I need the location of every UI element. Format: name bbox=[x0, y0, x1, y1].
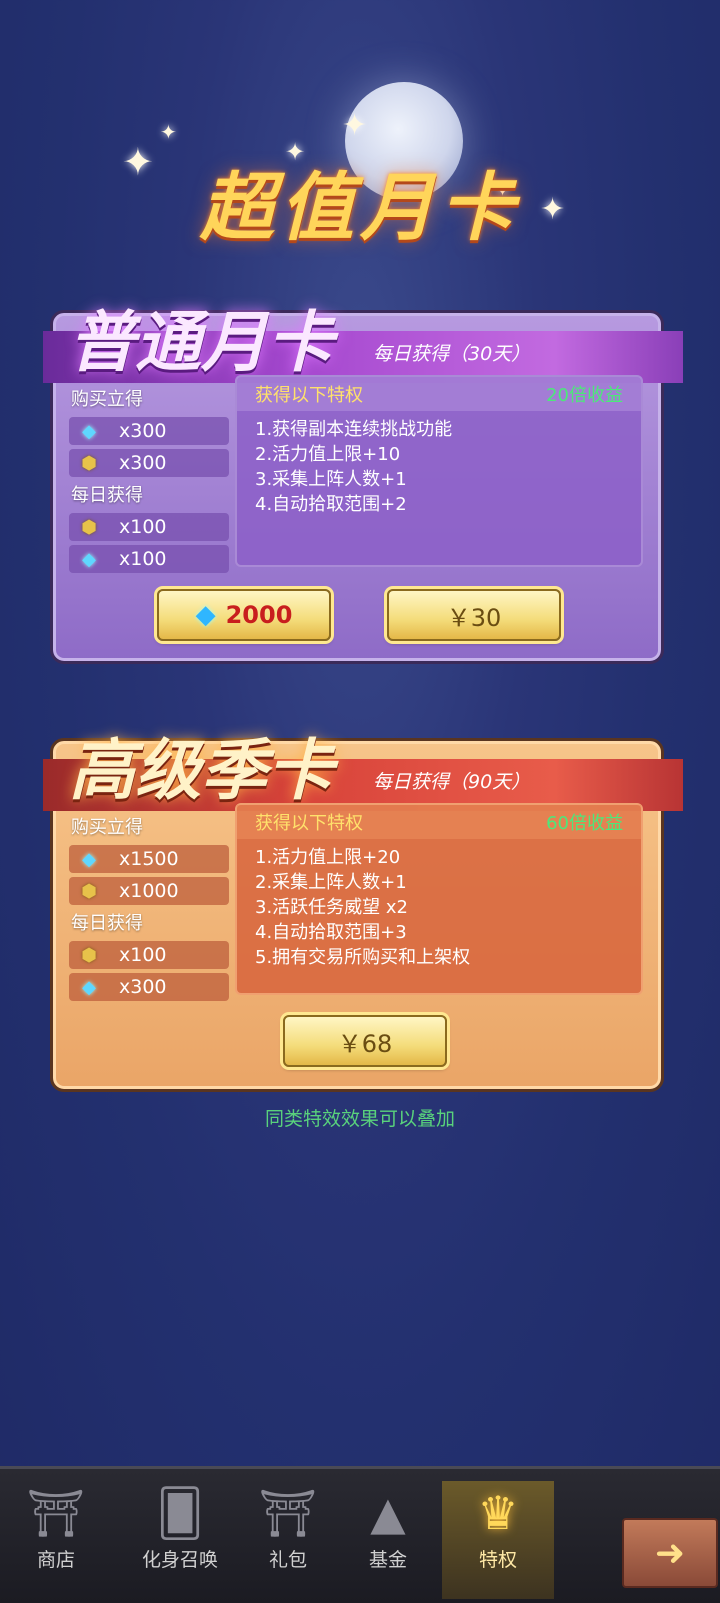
reward-row: ◆ x1500 bbox=[69, 845, 229, 873]
gem-price: 2000 bbox=[225, 601, 293, 629]
perk-header: 获得以下特权 20倍收益 bbox=[237, 377, 641, 411]
perk-title: 获得以下特权 bbox=[255, 385, 363, 406]
card-title: 高级季卡 bbox=[69, 731, 333, 809]
reward-row: ◆ x100 bbox=[69, 545, 229, 573]
gem-icon: ◆ bbox=[82, 848, 96, 870]
nav-item-summon[interactable]: 🂠 化身召唤 bbox=[116, 1481, 244, 1599]
perk-item: 1.获得副本连续挑战功能 bbox=[255, 419, 453, 440]
reward-row: ⬢ x100 bbox=[69, 513, 229, 541]
nav-item-shop[interactable]: ⛩ 商店 bbox=[4, 1481, 108, 1599]
coin-icon: ⬢ bbox=[81, 944, 97, 966]
buy-label: 购买立得 bbox=[71, 817, 143, 838]
gift-gate-icon: ⛩ bbox=[258, 1486, 318, 1540]
fund-icon: ▲ bbox=[370, 1486, 406, 1540]
buy-with-cash-button[interactable]: ￥30 bbox=[387, 589, 561, 641]
reward-value: x1500 bbox=[119, 848, 179, 870]
gem-icon: ◆ bbox=[195, 600, 216, 630]
perk-item: 4.自动拾取范围+2 bbox=[255, 494, 407, 515]
nav-label: 特权 bbox=[478, 1549, 517, 1571]
reward-row: ◆ x300 bbox=[69, 417, 229, 445]
perk-header: 获得以下特权 60倍收益 bbox=[237, 805, 641, 839]
arrow-right-icon: ➜ bbox=[654, 1532, 686, 1574]
coin-icon: ⬢ bbox=[81, 452, 97, 474]
perk-item: 2.活力值上限+10 bbox=[255, 444, 401, 465]
multiplier-badge: 60倍收益 bbox=[546, 813, 623, 834]
coin-icon: ⬢ bbox=[81, 516, 97, 538]
buy-with-gems-button[interactable]: ◆ 2000 bbox=[157, 589, 331, 641]
monthly-card-panel: 普通月卡 每日获得（30天） 购买立得 ◆ x300 ⬢ x300 每日获得 ⬢… bbox=[43, 303, 683, 664]
cash-price: ￥68 bbox=[337, 1029, 393, 1058]
reward-column: 购买立得 ◆ x1500 ⬢ x1000 每日获得 ⬢ x100 ◆ x300 bbox=[67, 813, 241, 1005]
reward-value: x100 bbox=[119, 516, 167, 538]
perk-box: 获得以下特权 60倍收益 1.活力值上限+20 2.采集上阵人数+1 3.活跃任… bbox=[235, 803, 643, 995]
gem-icon: ◆ bbox=[82, 420, 96, 442]
perk-list: 1.活力值上限+20 2.采集上阵人数+1 3.活跃任务威望 x2 4.自动拾取… bbox=[237, 839, 641, 976]
nav-label: 礼包 bbox=[268, 1549, 307, 1571]
perk-item: 5.拥有交易所购买和上架权 bbox=[255, 947, 471, 968]
crown-icon: ♛ bbox=[477, 1486, 519, 1540]
nav-label: 基金 bbox=[368, 1549, 407, 1571]
perk-title: 获得以下特权 bbox=[255, 813, 363, 834]
summon-cards-icon: 🂠 bbox=[156, 1486, 204, 1540]
daily-label: 每日获得 bbox=[71, 485, 143, 506]
coin-icon: ⬢ bbox=[81, 880, 97, 902]
sparkle-icon: ✦ bbox=[342, 108, 368, 143]
perk-box: 获得以下特权 20倍收益 1.获得副本连续挑战功能 2.活力值上限+10 3.采… bbox=[235, 375, 643, 567]
shop-gate-icon: ⛩ bbox=[26, 1486, 86, 1540]
stacking-footnote: 同类特效效果可以叠加 bbox=[264, 1108, 455, 1130]
nav-label: 化身召唤 bbox=[141, 1549, 218, 1571]
reward-value: x300 bbox=[119, 420, 167, 442]
buy-with-cash-button[interactable]: ￥68 bbox=[283, 1015, 447, 1067]
buy-label: 购买立得 bbox=[71, 389, 143, 410]
reward-value: x1000 bbox=[119, 880, 179, 902]
bottom-nav: ⛩ 商店 🂠 化身召唤 ⛩ 礼包 ▲ 基金 ♛ 特权 bbox=[0, 1466, 720, 1603]
reward-row: ⬢ x1000 bbox=[69, 877, 229, 905]
perk-item: 2.采集上阵人数+1 bbox=[255, 872, 407, 893]
reward-column: 购买立得 ◆ x300 ⬢ x300 每日获得 ⬢ x100 ◆ x100 bbox=[67, 385, 241, 577]
gem-icon: ◆ bbox=[82, 548, 96, 570]
perk-item: 3.采集上阵人数+1 bbox=[255, 469, 407, 490]
season-card-panel: 高级季卡 每日获得（90天） 购买立得 ◆ x1500 ⬢ x1000 每日获得… bbox=[43, 731, 683, 1092]
reward-row: ⬢ x100 bbox=[69, 941, 229, 969]
daily-label: 每日获得 bbox=[71, 913, 143, 934]
perk-item: 3.活跃任务威望 x2 bbox=[255, 897, 408, 918]
perk-item: 4.自动拾取范围+3 bbox=[255, 922, 407, 943]
daily-duration-note: 每日获得（90天） bbox=[373, 771, 531, 793]
nav-item-privilege[interactable]: ♛ 特权 bbox=[442, 1481, 554, 1599]
perk-list: 1.获得副本连续挑战功能 2.活力值上限+10 3.采集上阵人数+1 4.自动拾… bbox=[237, 411, 641, 523]
cash-price: ￥30 bbox=[446, 603, 502, 632]
reward-value: x100 bbox=[119, 548, 167, 570]
reward-value: x300 bbox=[119, 976, 167, 998]
nav-label: 商店 bbox=[36, 1549, 75, 1571]
gem-icon: ◆ bbox=[82, 976, 96, 998]
nav-item-gift[interactable]: ⛩ 礼包 bbox=[236, 1481, 340, 1599]
reward-value: x300 bbox=[119, 452, 167, 474]
next-arrow-button[interactable]: ➜ bbox=[622, 1518, 718, 1588]
perk-item: 1.活力值上限+20 bbox=[255, 847, 401, 868]
sparkle-icon: ✦ bbox=[160, 120, 177, 144]
page-title: 超值月卡 bbox=[200, 165, 520, 251]
reward-value: x100 bbox=[119, 944, 167, 966]
nav-item-fund[interactable]: ▲ 基金 bbox=[336, 1481, 440, 1599]
reward-row: ⬢ x300 bbox=[69, 449, 229, 477]
daily-duration-note: 每日获得（30天） bbox=[373, 343, 531, 365]
reward-row: ◆ x300 bbox=[69, 973, 229, 1001]
card-title: 普通月卡 bbox=[69, 303, 333, 381]
multiplier-badge: 20倍收益 bbox=[546, 385, 623, 406]
